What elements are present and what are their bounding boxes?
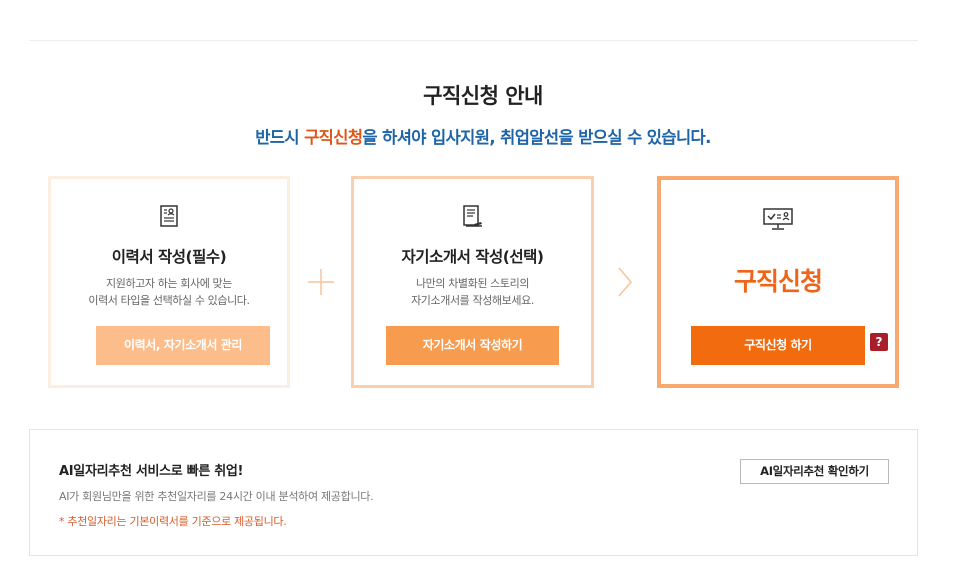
step-card-resume: 이력서 작성(필수) 지원하고자 하는 회사에 맞는 이력서 타입을 선택하실 …	[48, 176, 290, 388]
page-subtitle: 반드시 구직신청을 하셔야 입사지원, 취업알선을 받으실 수 있습니다.	[0, 124, 966, 148]
step-desc-line: 나만의 차별화된 스토리의	[415, 277, 530, 290]
chevron-right-icon	[617, 267, 633, 301]
top-divider	[29, 40, 918, 41]
step-desc-line: 이력서 타입을 선택하실 수 있습니다.	[88, 294, 250, 307]
plus-icon	[307, 268, 335, 300]
subtitle-highlight: 구직신청	[304, 128, 363, 147]
manage-resume-button[interactable]: 이력서, 자기소개서 관리	[96, 326, 270, 365]
cover-letter-pen-icon	[462, 205, 484, 233]
subtitle-suffix: 을 하셔야 입사지원, 취업알선을 받으실 수 있습니다.	[362, 128, 711, 147]
step-description: 지원하고자 하는 회사에 맞는 이력서 타입을 선택하실 수 있습니다.	[51, 275, 287, 309]
step-title: 자기소개서 작성(선택)	[401, 248, 544, 266]
step-title: 이력서 작성(필수)	[111, 248, 227, 266]
step-desc-line: 지원하고자 하는 회사에 맞는	[106, 277, 232, 290]
apply-job-button[interactable]: 구직신청 하기	[691, 326, 865, 365]
step-description: 나만의 차별화된 스토리의 자기소개서를 작성해보세요.	[354, 275, 591, 309]
ai-panel-title: AI일자리추천 서비스로 빠른 취업!	[59, 464, 244, 479]
subtitle-prefix: 반드시	[255, 128, 305, 147]
step-card-cover-letter: 자기소개서 작성(선택) 나만의 차별화된 스토리의 자기소개서를 작성해보세요…	[351, 176, 594, 388]
step-desc-line: 자기소개서를 작성해보세요.	[411, 294, 534, 307]
help-icon[interactable]: ?	[870, 333, 888, 351]
resume-document-icon	[160, 205, 178, 231]
write-cover-letter-button[interactable]: 자기소개서 작성하기	[386, 326, 559, 365]
ai-recommendation-button[interactable]: AI일자리추천 확인하기	[740, 459, 889, 484]
page-title: 구직신청 안내	[423, 84, 543, 108]
step-title: 구직신청	[733, 267, 823, 296]
monitor-checklist-icon	[763, 208, 793, 234]
step-card-job-application: 구직신청 구직신청 하기	[657, 176, 899, 388]
ai-panel-description: AI가 회원님만을 위한 추천일자리를 24시간 이내 분석하여 제공합니다.	[59, 490, 374, 503]
ai-recommendation-panel: AI일자리추천 서비스로 빠른 취업! AI가 회원님만을 위한 추천일자리를 …	[29, 429, 918, 556]
ai-panel-note: * 추천일자리는 기본이력서를 기준으로 제공됩니다.	[59, 515, 287, 528]
